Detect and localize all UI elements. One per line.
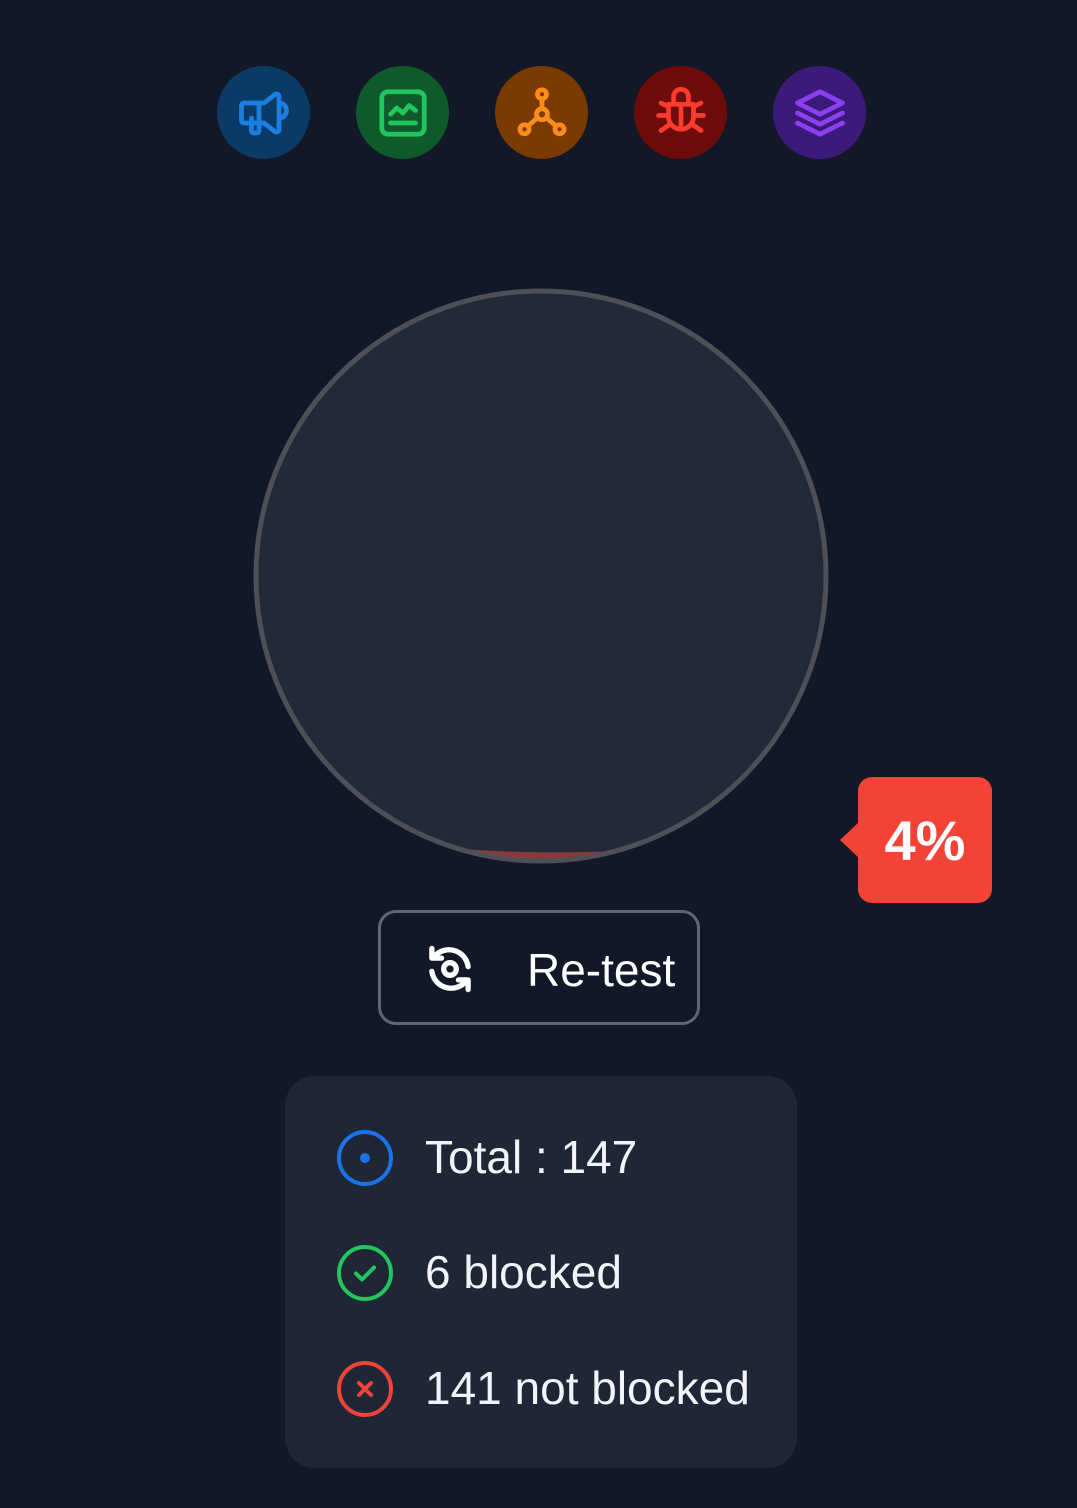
stat-blocked-row: 6 blocked bbox=[335, 1241, 775, 1301]
stat-not-blocked-row: 141 not blocked bbox=[335, 1357, 775, 1417]
layers-category-button[interactable] bbox=[773, 66, 866, 159]
x-circle-icon bbox=[337, 1361, 393, 1417]
bugs-category-button[interactable] bbox=[634, 66, 727, 159]
blocking-gauge bbox=[251, 286, 831, 866]
bug-icon bbox=[655, 86, 706, 133]
stat-total-text: Total : 147 bbox=[425, 1131, 638, 1183]
retest-label: Re-test bbox=[527, 944, 676, 996]
stats-card: Total : 147 6 blocked 141 not blocked bbox=[285, 1076, 797, 1468]
nodes-icon bbox=[517, 86, 566, 136]
stat-total-row: Total : 147 bbox=[335, 1126, 775, 1186]
percentage-badge: 4% bbox=[840, 777, 992, 903]
percentage-value: 4% bbox=[884, 808, 966, 872]
analytics-category-button[interactable] bbox=[356, 66, 449, 159]
stat-not-blocked-text: 141 not blocked bbox=[425, 1362, 750, 1414]
ad-block-test-screen: 4% Re-test Total : 147 6 blocked 141 not… bbox=[0, 0, 1077, 1508]
check-circle-icon bbox=[337, 1245, 393, 1301]
megaphone-icon bbox=[238, 91, 289, 135]
marketing-category-button[interactable] bbox=[217, 66, 310, 159]
gauge-inner bbox=[257, 292, 825, 860]
gauge-graphic bbox=[253, 288, 829, 864]
layers-icon bbox=[794, 88, 845, 137]
refresh-icon bbox=[429, 945, 471, 993]
chart-icon bbox=[378, 88, 427, 137]
stat-blocked-text: 6 blocked bbox=[425, 1246, 622, 1298]
target-icon bbox=[337, 1130, 393, 1186]
networks-category-button[interactable] bbox=[495, 66, 588, 159]
retest-button[interactable]: Re-test bbox=[378, 910, 700, 1025]
category-icon-row bbox=[217, 66, 866, 160]
